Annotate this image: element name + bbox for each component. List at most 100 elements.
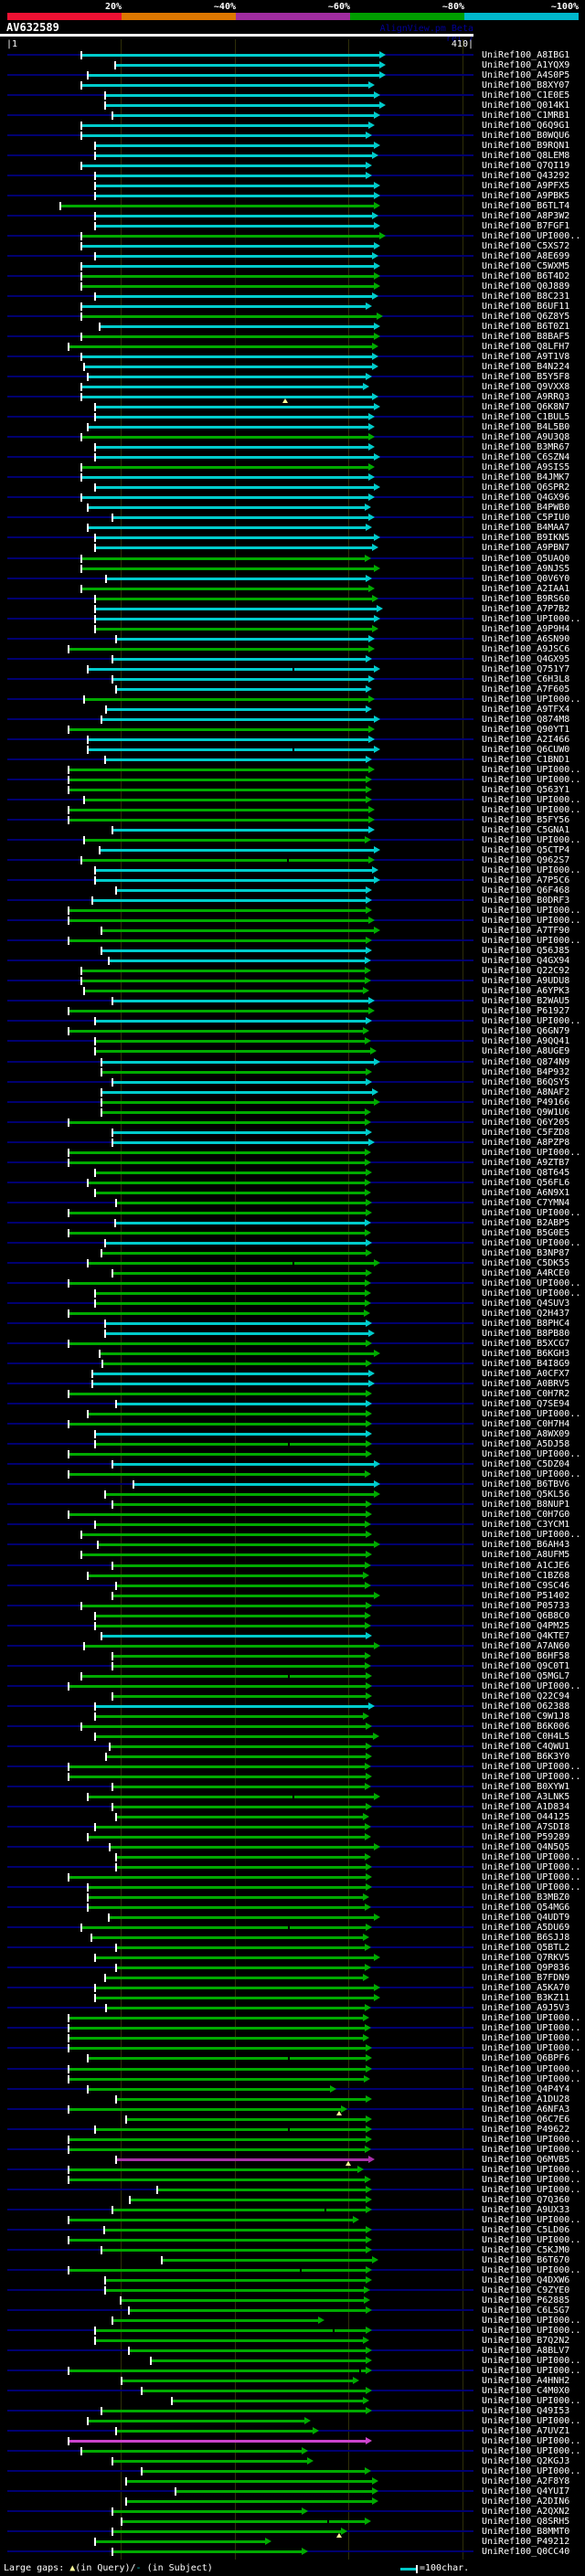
hit-row[interactable]: UniRef100_UPI000.. <box>0 1208 585 1218</box>
hit-row[interactable]: UniRef100_B5Y5F8 <box>0 372 585 382</box>
hit-row[interactable]: UniRef100_B8PHC4 <box>0 1319 585 1329</box>
hit-row[interactable]: UniRef100_C6H3L8 <box>0 674 585 684</box>
hit-row[interactable]: UniRef100_A9J5V3 <box>0 2003 585 2013</box>
hit-label[interactable]: UniRef100_C0H7H4 <box>482 1419 569 1429</box>
hit-label[interactable]: UniRef100_Q43292 <box>482 171 569 181</box>
hit-row[interactable]: UniRef100_A8WX09 <box>0 1429 585 1439</box>
hit-row[interactable]: UniRef100_A2IAA1 <box>0 584 585 594</box>
hit-label[interactable]: UniRef100_UPI000.. <box>482 1449 580 1459</box>
hit-row[interactable]: UniRef100_UPI000.. <box>0 835 585 845</box>
hit-label[interactable]: UniRef100_C1MRB1 <box>482 111 569 121</box>
hit-row[interactable]: UniRef100_C0H4L5 <box>0 1732 585 1742</box>
hit-row[interactable]: UniRef100_B4N224 <box>0 362 585 372</box>
hit-label[interactable]: UniRef100_UPI000.. <box>482 1409 580 1419</box>
hit-row[interactable]: UniRef100_B3KZ11 <box>0 1993 585 2003</box>
hit-row[interactable]: UniRef100_UPI000.. <box>0 2013 585 2023</box>
hit-label[interactable]: UniRef100_A9RRQ3 <box>482 392 569 402</box>
hit-row[interactable]: UniRef100_B0DRF3 <box>0 896 585 906</box>
hit-row[interactable]: UniRef100_A7P7B2 <box>0 604 585 614</box>
hit-row[interactable]: UniRef100_UPI000.. <box>0 936 585 946</box>
hit-label[interactable]: UniRef100_C5PIU0 <box>482 513 569 523</box>
hit-row[interactable]: UniRef100_Q0CC40 <box>0 2547 585 2557</box>
hit-label[interactable]: UniRef100_A8E699 <box>482 251 569 261</box>
hit-row[interactable]: UniRef100_UPI000.. <box>0 1882 585 1892</box>
hit-row[interactable]: UniRef100_B8MMT0 <box>0 2527 585 2538</box>
hit-row[interactable]: UniRef100_B6KGH3 <box>0 1349 585 1359</box>
hit-label[interactable]: UniRef100_Q2H437 <box>482 1309 569 1319</box>
hit-label[interactable]: UniRef100_UPI000.. <box>482 2466 580 2476</box>
hit-label[interactable]: UniRef100_A1DU28 <box>482 2094 569 2104</box>
hit-row[interactable]: UniRef100_C5KJM0 <box>0 2245 585 2255</box>
hit-label[interactable]: UniRef100_Q874M8 <box>482 715 569 725</box>
hit-label[interactable]: UniRef100_Q6MVB5 <box>482 2155 569 2165</box>
hit-label[interactable]: UniRef100_B8PB80 <box>482 1329 569 1339</box>
hit-row[interactable]: UniRef100_B4JMK7 <box>0 472 585 482</box>
hit-row[interactable]: UniRef100_A1D834 <box>0 1802 585 1812</box>
hit-label[interactable]: UniRef100_A3LNK5 <box>482 1792 569 1802</box>
hit-row[interactable]: UniRef100_Q8LFH7 <box>0 342 585 352</box>
hit-row[interactable]: UniRef100_B7FDN9 <box>0 1973 585 1983</box>
hit-label[interactable]: UniRef100_C6H3L8 <box>482 674 569 684</box>
hit-row[interactable]: UniRef100_Q6B8C0 <box>0 1611 585 1621</box>
hit-row[interactable]: UniRef100_UPI000.. <box>0 1772 585 1782</box>
hit-row[interactable]: UniRef100_A6NFA3 <box>0 2104 585 2115</box>
hit-label[interactable]: UniRef100_UPI000.. <box>482 936 580 946</box>
hit-label[interactable]: UniRef100_C1E0E5 <box>482 90 569 101</box>
hit-label[interactable]: UniRef100_B7FDN9 <box>482 1973 569 1983</box>
hit-label[interactable]: UniRef100_A7P5C6 <box>482 875 569 885</box>
hit-label[interactable]: UniRef100_A2F8Y8 <box>482 2476 569 2486</box>
hit-label[interactable]: UniRef100_A9PBN7 <box>482 543 569 553</box>
hit-row[interactable]: UniRef100_A9T1V8 <box>0 352 585 362</box>
hit-label[interactable]: UniRef100_B6QSY5 <box>482 1077 569 1087</box>
hit-row[interactable]: UniRef100_B5G0E5 <box>0 1228 585 1238</box>
hit-label[interactable]: UniRef100_B3NP87 <box>482 1248 569 1258</box>
hit-row[interactable]: UniRef100_C5XS72 <box>0 241 585 251</box>
hit-row[interactable]: UniRef100_P59289 <box>0 1832 585 1842</box>
hit-label[interactable]: UniRef100_UPI000.. <box>482 765 580 775</box>
hit-row[interactable]: UniRef100_UPI000.. <box>0 2366 585 2376</box>
hit-label[interactable]: UniRef100_A8IBG1 <box>482 50 569 60</box>
hit-row[interactable]: UniRef100_A1CJE6 <box>0 1561 585 1571</box>
hit-label[interactable]: UniRef100_A4S0P5 <box>482 70 569 80</box>
hit-label[interactable]: UniRef100_B2WAU5 <box>482 996 569 1006</box>
hit-row[interactable]: UniRef100_B6K3Y0 <box>0 1752 585 1762</box>
hit-label[interactable]: UniRef100_Q56J85 <box>482 946 569 956</box>
hit-label[interactable]: UniRef100_UPI000.. <box>482 2023 580 2033</box>
hit-label[interactable]: UniRef100_C0H7G0 <box>482 1510 569 1520</box>
hit-row[interactable]: UniRef100_UPI000.. <box>0 906 585 916</box>
hit-row[interactable]: UniRef100_Q5KL56 <box>0 1489 585 1500</box>
hit-label[interactable]: UniRef100_A9T1V8 <box>482 352 569 362</box>
hit-row[interactable]: UniRef100_C7YMN4 <box>0 1198 585 1208</box>
hit-row[interactable]: UniRef100_UPI000.. <box>0 694 585 705</box>
hit-label[interactable]: UniRef100_Q874N9 <box>482 1057 569 1067</box>
hit-label[interactable]: UniRef100_B4N224 <box>482 362 569 372</box>
hit-label[interactable]: UniRef100_UPI000.. <box>482 2316 580 2326</box>
hit-label[interactable]: UniRef100_Q8LFH7 <box>482 342 569 352</box>
hit-row[interactable]: UniRef100_B0WQU6 <box>0 131 585 141</box>
hit-row[interactable]: UniRef100_B3MR67 <box>0 442 585 452</box>
hit-row[interactable]: UniRef100_UPI000.. <box>0 1862 585 1872</box>
hit-label[interactable]: UniRef100_Q4PM25 <box>482 1621 569 1631</box>
hit-row[interactable]: UniRef100_A4HNH2 <box>0 2376 585 2386</box>
hit-label[interactable]: UniRef100_A2I466 <box>482 735 569 745</box>
hit-label[interactable]: UniRef100_Q0J889 <box>482 281 569 292</box>
hit-row[interactable]: UniRef100_Q5CTP4 <box>0 845 585 855</box>
hit-row[interactable]: UniRef100_C6SZN4 <box>0 452 585 462</box>
hit-label[interactable]: UniRef100_Q6Q9G1 <box>482 121 569 131</box>
hit-row[interactable]: UniRef100_C9SC46 <box>0 1581 585 1591</box>
hit-label[interactable]: UniRef100_Q0V6Y0 <box>482 574 569 584</box>
hit-row[interactable]: UniRef100_A9P9H4 <box>0 624 585 634</box>
hit-row[interactable]: UniRef100_C9ZYE0 <box>0 2285 585 2295</box>
hit-row[interactable]: UniRef100_UPI000.. <box>0 2436 585 2446</box>
hit-row[interactable]: UniRef100_A9UDU8 <box>0 976 585 986</box>
hit-row[interactable]: UniRef100_C1E0E5 <box>0 90 585 101</box>
hit-label[interactable]: UniRef100_C6SZN4 <box>482 452 569 462</box>
hit-label[interactable]: UniRef100_UPI000.. <box>482 1278 580 1288</box>
hit-label[interactable]: UniRef100_UPI000.. <box>482 1762 580 1772</box>
hit-row[interactable]: UniRef100_C0H7R2 <box>0 1389 585 1399</box>
hit-row[interactable]: UniRef100_B6TBV6 <box>0 1479 585 1489</box>
hit-row[interactable]: UniRef100_Q0V6Y0 <box>0 574 585 584</box>
hit-row[interactable]: UniRef100_B5FY56 <box>0 815 585 825</box>
hit-label[interactable]: UniRef100_UPI000.. <box>482 694 580 705</box>
hit-row[interactable]: UniRef100_B2WAU5 <box>0 996 585 1006</box>
